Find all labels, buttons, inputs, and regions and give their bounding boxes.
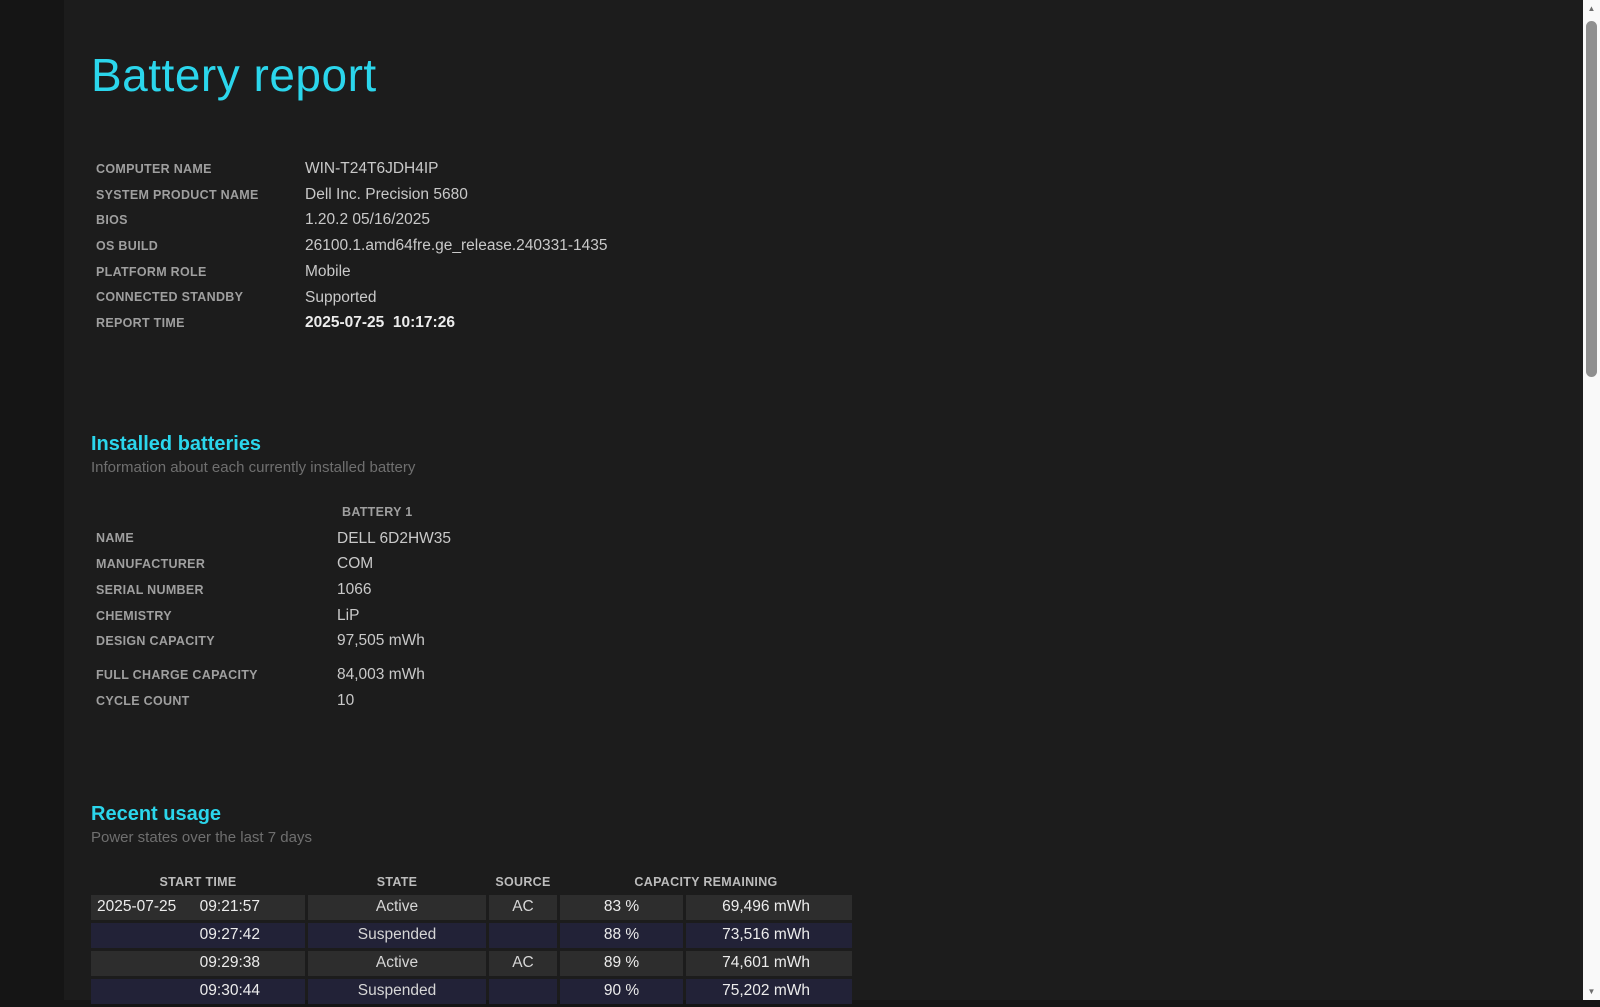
column-header-source: SOURCE xyxy=(495,874,551,889)
cell-state: Active xyxy=(308,950,486,976)
battery-info-label: MANUFACTURER xyxy=(96,557,206,572)
system-info-label: PLATFORM ROLE xyxy=(96,264,207,279)
start-date: 2025-07-25 xyxy=(97,898,177,916)
page-title: Battery report xyxy=(91,49,377,101)
scrollbar-up-arrow-icon[interactable]: ▲ xyxy=(1583,0,1600,17)
battery-info-table: BATTERY 1 NAME DELL 6D2HW35 MANUFACTURER… xyxy=(91,500,1583,714)
battery-info-row: CYCLE COUNT 10 xyxy=(91,688,1583,714)
system-info-value: WIN-T24T6JDH4IP xyxy=(305,160,439,177)
battery-info-label: CYCLE COUNT xyxy=(96,693,190,708)
battery-info-row: SERIAL NUMBER 1066 xyxy=(91,577,1583,603)
installed-batteries-subtitle: Information about each currently install… xyxy=(91,458,416,476)
cell-capacity-percent: 88 % xyxy=(560,922,683,948)
start-time: 09:29:38 xyxy=(199,954,260,972)
battery-group-divider xyxy=(91,654,1583,662)
column-header-state: STATE xyxy=(376,874,418,889)
battery-info-row: NAME DELL 6D2HW35 xyxy=(91,526,1583,552)
battery-info-row: DESIGN CAPACITY 97,505 mWh xyxy=(91,628,1583,654)
system-info-value: Mobile xyxy=(305,262,351,280)
cell-state: Active xyxy=(308,894,486,920)
cell-capacity-mwh: 69,496 mWh xyxy=(686,894,852,920)
scrollbar-down-arrow-icon[interactable]: ▼ xyxy=(1583,983,1600,1000)
battery-info-row: MANUFACTURER COM xyxy=(91,551,1583,577)
column-header-start-time: START TIME xyxy=(159,874,237,889)
usage-table-row: 09:27:42 Suspended 88 % 73,516 mWh xyxy=(91,922,852,948)
battery-info-value: LiP xyxy=(337,606,360,624)
system-info-row: BIOS 1.20.2 05/16/2025 xyxy=(91,207,1583,233)
system-info-row: COMPUTER NAME WIN-T24T6JDH4IP xyxy=(91,156,1583,182)
battery-info-value: DELL 6D2HW35 xyxy=(337,529,452,547)
start-time: 09:27:42 xyxy=(199,926,260,944)
usage-table-row: 2025-07-25 09:21:57 Active AC 83 % 69,49… xyxy=(91,894,852,920)
battery-info-value: COM xyxy=(337,555,374,573)
battery-info-row: CHEMISTRY LiP xyxy=(91,603,1583,629)
system-info-row: SYSTEM PRODUCT NAME Dell Inc. Precision … xyxy=(91,182,1583,208)
recent-usage-heading: Recent usage xyxy=(91,802,222,825)
installed-batteries-section: Installed batteries Information about ea… xyxy=(91,432,1583,714)
system-info-list: COMPUTER NAME WIN-T24T6JDH4IP SYSTEM PRO… xyxy=(91,156,1583,336)
cell-capacity-percent: 89 % xyxy=(560,950,683,976)
battery-column-header: BATTERY 1 xyxy=(342,504,413,519)
system-info-label: OS BUILD xyxy=(96,238,159,253)
column-header-capacity-remaining: CAPACITY REMAINING xyxy=(634,874,778,889)
system-info-label: SYSTEM PRODUCT NAME xyxy=(96,187,259,202)
battery-info-group-2: FULL CHARGE CAPACITY 84,003 mWh CYCLE CO… xyxy=(91,662,1583,713)
scrollbar-thumb[interactable] xyxy=(1586,21,1597,377)
cell-capacity-percent: 83 % xyxy=(560,894,683,920)
battery-report-page: Battery report COMPUTER NAME WIN-T24T6JD… xyxy=(64,0,1583,1004)
recent-usage-section: Recent usage Power states over the last … xyxy=(91,802,1583,1007)
system-info-label: BIOS xyxy=(96,213,128,228)
battery-info-value: 84,003 mWh xyxy=(337,666,425,684)
recent-usage-subtitle: Power states over the last 7 days xyxy=(91,828,312,846)
cell-state: Suspended xyxy=(308,922,486,948)
cell-capacity-mwh: 73,516 mWh xyxy=(686,922,852,948)
installed-batteries-heading: Installed batteries xyxy=(91,432,262,455)
recent-usage-table: START TIME STATE SOURCE CAPACITY REMAINI… xyxy=(88,869,855,1007)
system-info-value: Supported xyxy=(305,288,377,306)
system-info-row: CONNECTED STANDBY Supported xyxy=(91,285,1583,311)
usage-table-row: 09:29:38 Active AC 89 % 74,601 mWh xyxy=(91,950,852,976)
battery-info-label: DESIGN CAPACITY xyxy=(96,634,215,649)
battery-info-label: SERIAL NUMBER xyxy=(96,582,204,597)
cell-start-time: 09:29:38 xyxy=(91,950,305,976)
battery-info-value: 10 xyxy=(337,691,355,709)
battery-info-group-1: NAME DELL 6D2HW35 MANUFACTURER COM SERIA… xyxy=(91,526,1583,655)
start-time: 09:30:44 xyxy=(199,982,260,1000)
battery-info-value: 97,505 mWh xyxy=(337,632,425,650)
system-info-row: OS BUILD 26100.1.amd64fre.ge_release.240… xyxy=(91,233,1583,259)
cell-source: AC xyxy=(489,894,557,920)
cell-source xyxy=(489,922,557,948)
system-info-label: CONNECTED STANDBY xyxy=(96,290,244,305)
system-info-row: PLATFORM ROLE Mobile xyxy=(91,259,1583,285)
cell-start-time: 2025-07-25 09:21:57 xyxy=(91,894,305,920)
recent-usage-header-row: START TIME STATE SOURCE CAPACITY REMAINI… xyxy=(91,872,852,892)
battery-info-label: NAME xyxy=(96,531,135,546)
cell-capacity-mwh: 74,601 mWh xyxy=(686,950,852,976)
cell-source: AC xyxy=(489,950,557,976)
battery-info-row: FULL CHARGE CAPACITY 84,003 mWh xyxy=(91,662,1583,688)
battery-info-value: 1066 xyxy=(337,581,372,599)
battery-info-label: CHEMISTRY xyxy=(96,608,172,623)
system-info-value: 2025-07-25 10:17:26 xyxy=(305,314,455,332)
vertical-scrollbar[interactable]: ▲ ▼ xyxy=(1583,0,1600,1000)
battery-info-label: FULL CHARGE CAPACITY xyxy=(96,667,258,682)
system-info-value: 26100.1.amd64fre.ge_release.240331-1435 xyxy=(305,237,608,255)
start-time: 09:21:57 xyxy=(199,898,260,916)
system-info-label: REPORT TIME xyxy=(96,316,185,331)
system-info-label: COMPUTER NAME xyxy=(96,161,212,176)
system-info-value: 1.20.2 05/16/2025 xyxy=(305,211,430,229)
system-info-row: REPORT TIME 2025-07-25 10:17:26 xyxy=(91,310,1583,336)
system-info-value: Dell Inc. Precision 5680 xyxy=(305,185,468,203)
cell-start-time: 09:27:42 xyxy=(91,922,305,948)
